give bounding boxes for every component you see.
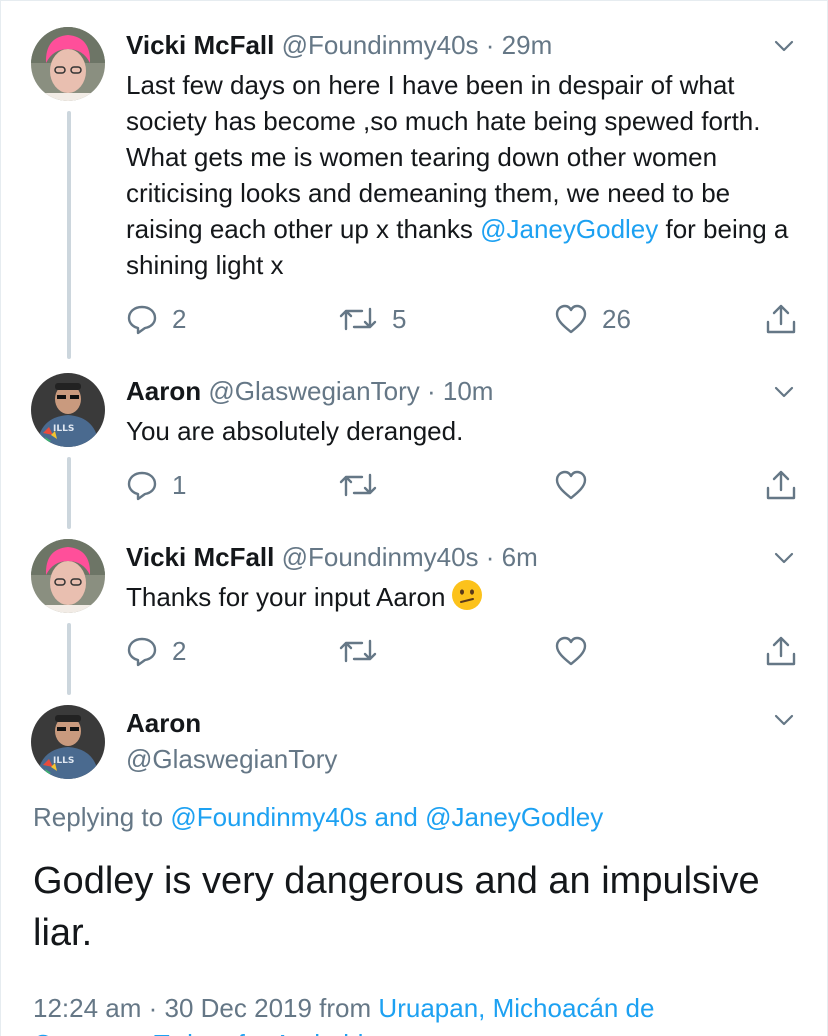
display-name[interactable]: Aaron <box>126 376 201 406</box>
tweet-header: Vicki McFall @Foundinmy40s · 6m <box>126 541 538 573</box>
retweet-icon <box>339 307 377 331</box>
retweet-icon <box>339 639 377 663</box>
tweet-header: Aaron <box>126 707 201 739</box>
like-count: 26 <box>602 303 631 334</box>
share-button[interactable] <box>764 465 798 505</box>
reply-count: 2 <box>172 303 187 334</box>
share-icon <box>766 470 796 500</box>
display-name[interactable]: Vicki McFall <box>126 30 274 60</box>
heart-icon <box>555 636 587 666</box>
like-button[interactable] <box>554 465 588 505</box>
tweet-actions: 2 <box>126 631 806 671</box>
chevron-down-icon[interactable] <box>773 547 795 569</box>
heart-icon <box>555 470 587 500</box>
reply-button[interactable]: 2 <box>126 631 186 671</box>
tweet-header: Aaron @GlaswegianTory · 10m <box>126 375 493 407</box>
username[interactable]: @Foundinmy40s <box>282 542 479 572</box>
share-button[interactable] <box>764 299 798 339</box>
reply-icon <box>127 305 157 335</box>
timestamp[interactable]: 29m <box>502 30 553 60</box>
share-button[interactable] <box>764 631 798 671</box>
tweet-source-cutoff[interactable]: Ocampo · Twitter for Android <box>33 1027 363 1036</box>
reply-count: 2 <box>172 635 187 666</box>
replying-and[interactable]: and <box>374 802 417 832</box>
man-avatar-icon: ILLS <box>31 705 105 779</box>
mention-link[interactable]: @JaneyGodley <box>480 214 658 244</box>
thread-connector-line <box>67 623 71 695</box>
tweet-text: You are absolutely deranged. <box>126 416 464 446</box>
separator-dot: · <box>485 542 502 572</box>
thread-connector-line <box>67 457 71 529</box>
share-icon <box>766 304 796 334</box>
tweet-actions: 1 <box>126 465 806 505</box>
avatar[interactable] <box>31 27 105 101</box>
retweet-count: 5 <box>392 303 407 334</box>
display-name[interactable]: Aaron <box>126 708 201 738</box>
tweet-thread: Vicki McFall @Foundinmy40s · 29m Last fe… <box>0 0 828 1036</box>
tweet-actions: 2 5 26 <box>126 299 806 339</box>
chevron-down-icon[interactable] <box>773 35 795 57</box>
retweet-button[interactable] <box>338 465 378 505</box>
reply-icon <box>127 471 157 501</box>
chevron-down-icon[interactable] <box>773 381 795 403</box>
timestamp[interactable]: 12:24 am · 30 Dec 2019 from <box>33 993 371 1023</box>
replying-to: Replying to @Foundinmy40s and @JaneyGodl… <box>33 801 603 833</box>
svg-text:ILLS: ILLS <box>53 756 74 766</box>
share-icon <box>766 636 796 666</box>
reply-button[interactable]: 1 <box>126 465 186 505</box>
avatar[interactable] <box>31 539 105 613</box>
confused-face-emoji <box>452 580 483 610</box>
man-avatar-icon: ILLS <box>31 373 105 447</box>
timestamp[interactable]: 6m <box>502 542 538 572</box>
timestamp[interactable]: 10m <box>443 376 494 406</box>
username[interactable]: @Foundinmy40s <box>282 30 479 60</box>
svg-text:ILLS: ILLS <box>53 424 74 434</box>
retweet-button[interactable]: 5 <box>338 299 406 339</box>
thread-connector-line <box>67 111 71 359</box>
pink-hair-avatar-icon <box>31 27 105 101</box>
location-link[interactable]: Uruapan, Michoacán de <box>378 993 654 1023</box>
mention-link[interactable]: @Foundinmy40s <box>170 802 367 832</box>
reply-count: 1 <box>172 469 187 500</box>
tweet-text: Thanks for your input Aaron <box>126 579 806 615</box>
tweet-timestamp: 12:24 am · 30 Dec 2019 from Uruapan, Mic… <box>33 991 654 1025</box>
username[interactable]: @GlaswegianTory <box>126 743 337 775</box>
reply-button[interactable]: 2 <box>126 299 186 339</box>
replying-to-label: Replying to <box>33 802 164 832</box>
heart-icon <box>555 304 587 334</box>
like-button[interactable] <box>554 631 588 671</box>
reply-icon <box>127 637 157 667</box>
tweet-header: Vicki McFall @Foundinmy40s · 29m <box>126 29 552 61</box>
chevron-down-icon[interactable] <box>773 709 795 731</box>
avatar[interactable]: ILLS <box>31 373 105 447</box>
like-button[interactable]: 26 <box>554 299 631 339</box>
main-tweet-text: Godley is very dangerous and an impulsiv… <box>33 860 760 954</box>
tweet-text: Last few days on here I have been in des… <box>126 67 806 283</box>
avatar[interactable]: ILLS <box>31 705 105 779</box>
retweet-button[interactable] <box>338 631 378 671</box>
tweet-text-part: Thanks for your input Aaron <box>126 582 446 612</box>
separator-dot: · <box>485 30 502 60</box>
separator-dot: · <box>426 376 443 406</box>
retweet-icon <box>339 473 377 497</box>
mention-link[interactable]: @JaneyGodley <box>425 802 603 832</box>
username[interactable]: @GlaswegianTory <box>208 376 419 406</box>
pink-hair-avatar-icon <box>31 539 105 613</box>
display-name[interactable]: Vicki McFall <box>126 542 274 572</box>
